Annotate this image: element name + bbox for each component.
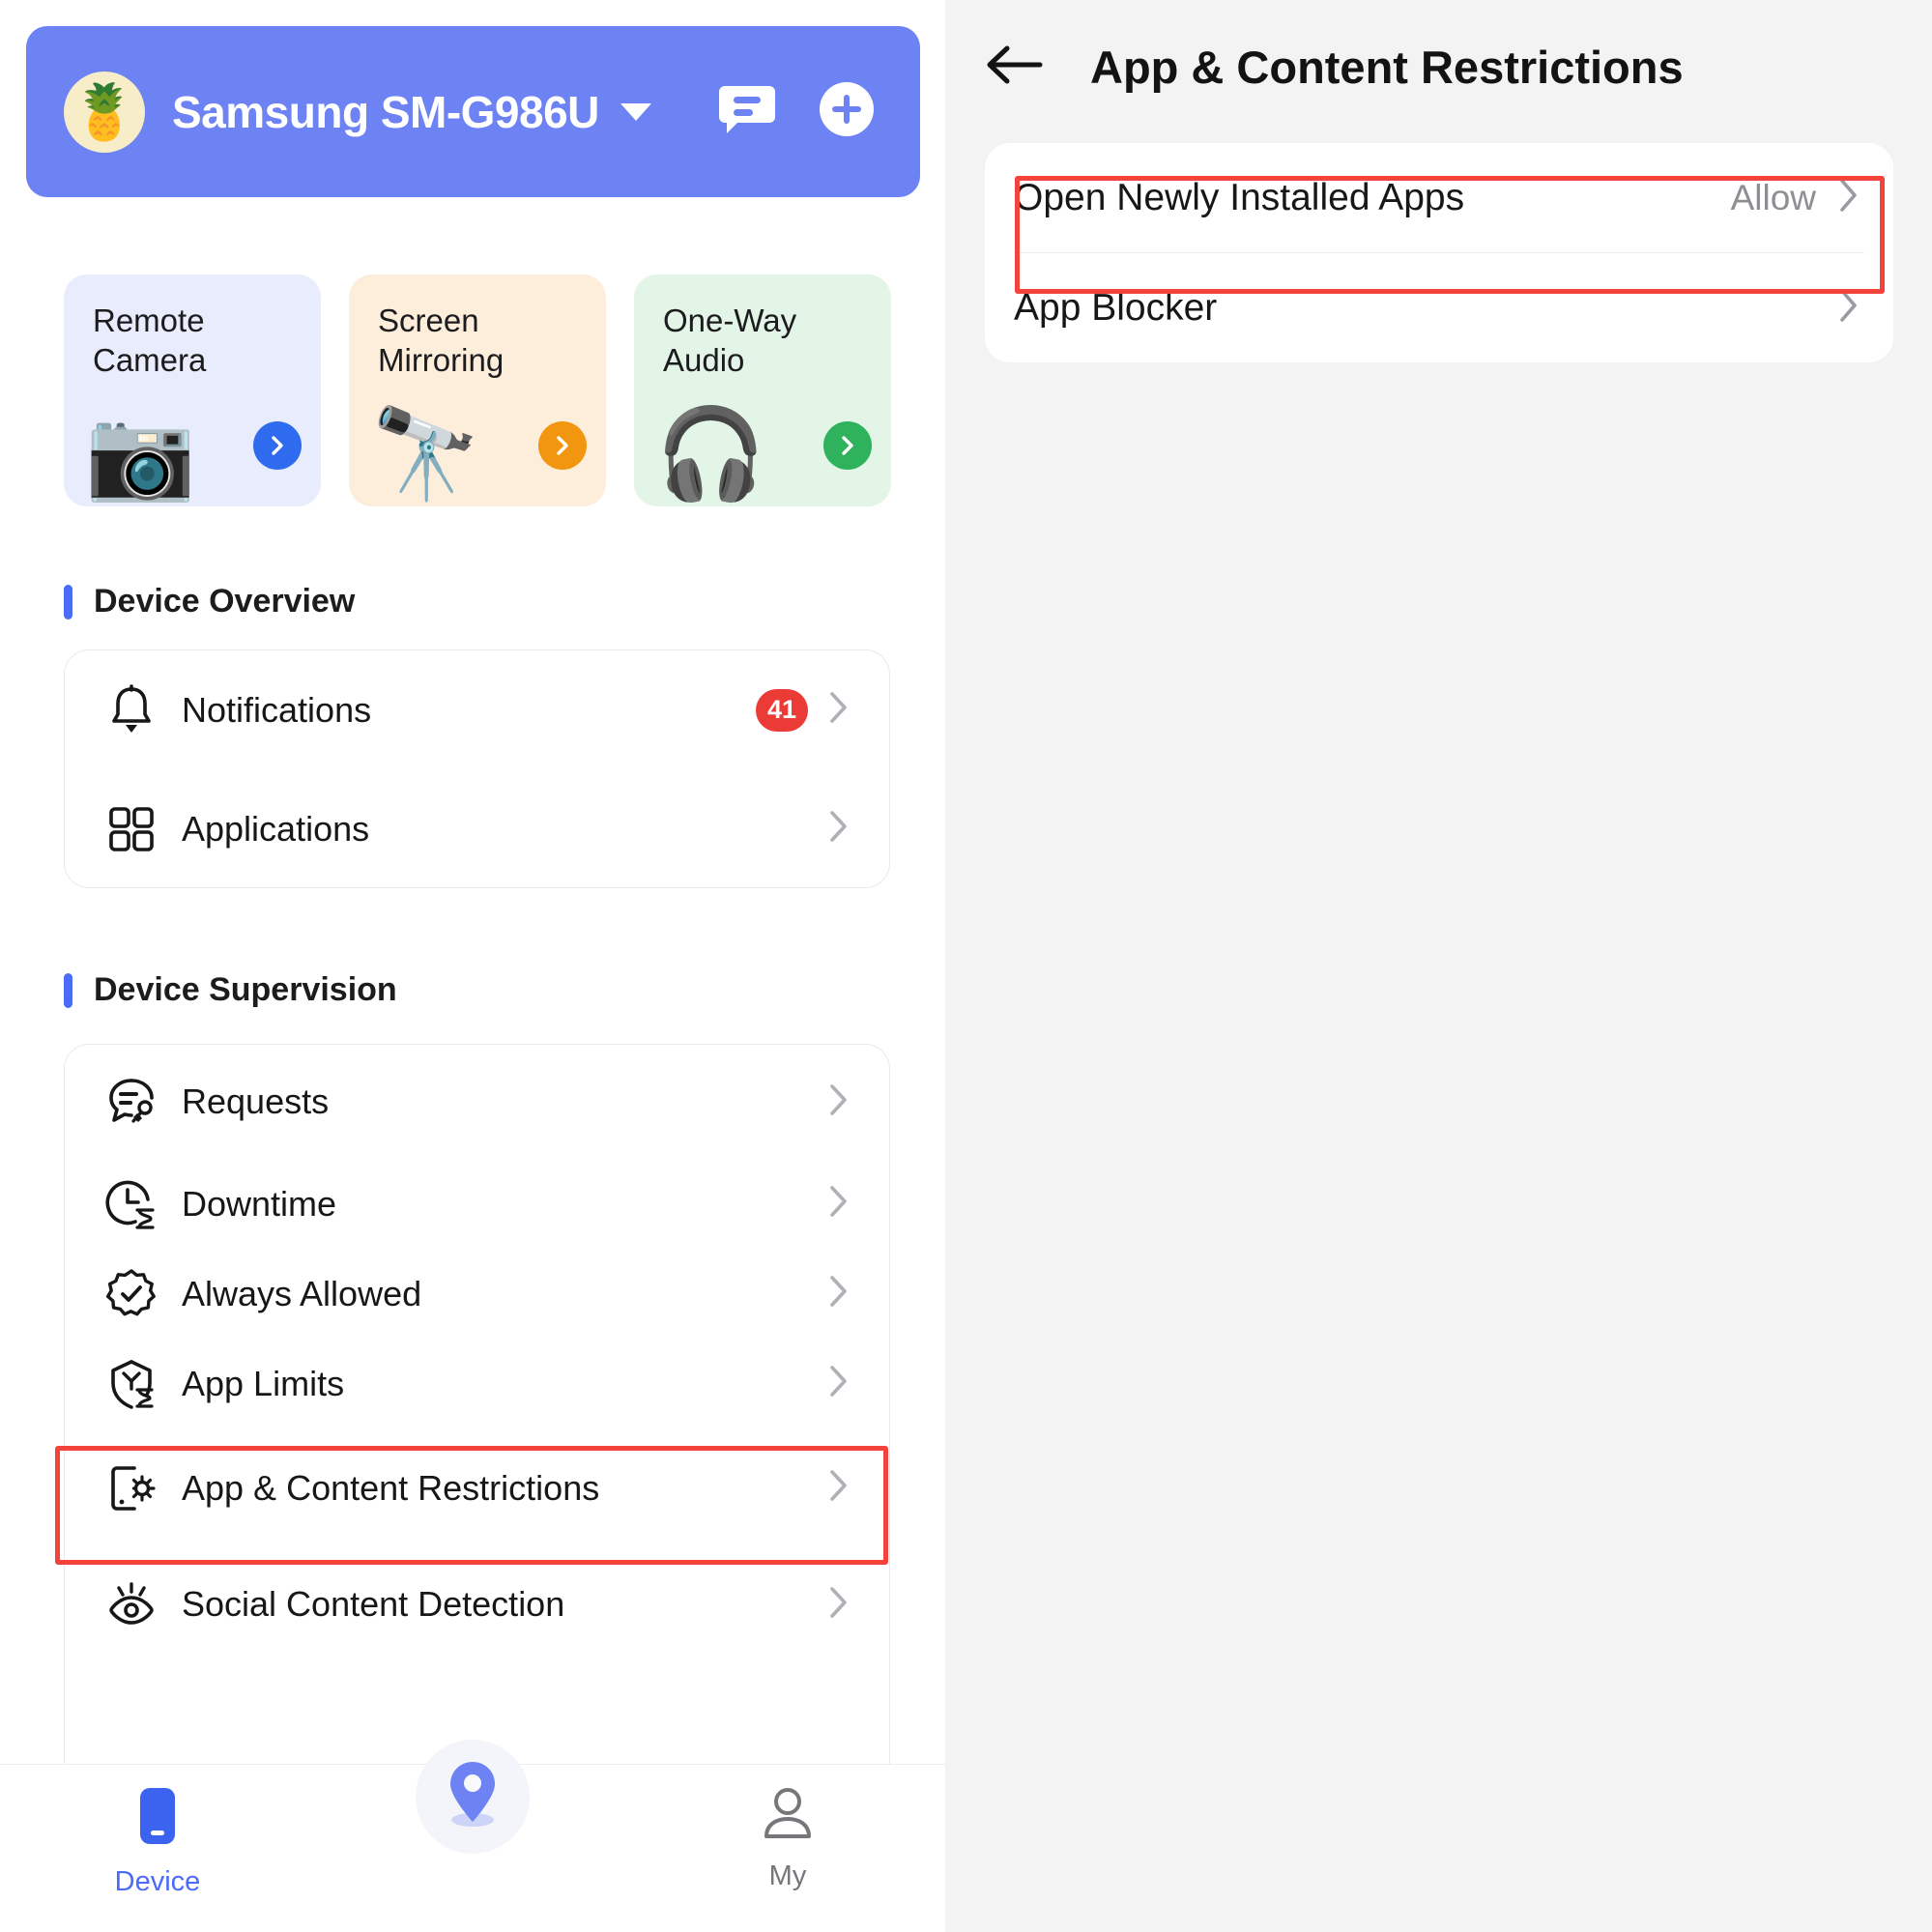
chevron-right-icon <box>829 1083 849 1121</box>
eye-icon <box>104 1578 159 1630</box>
clock-hourglass-icon <box>104 1178 159 1230</box>
feature-card-title: One-Way Audio <box>663 303 797 378</box>
badge-check-icon <box>104 1268 159 1320</box>
section-title: Device Overview <box>94 583 356 620</box>
phone-app-panel: 🍍 Samsung SM-G986U Remote Camera 📷 Scree… <box>0 0 945 1932</box>
screenshot-root: 🍍 Samsung SM-G986U Remote Camera 📷 Scree… <box>0 0 1932 1932</box>
notifications-badge: 41 <box>755 688 808 732</box>
chevron-right-icon <box>829 691 849 729</box>
phone-icon <box>136 1786 179 1853</box>
restrictions-list: Open Newly Installed Apps Allow App Bloc… <box>985 143 1893 362</box>
binoculars-icon: 🔭 <box>370 405 481 504</box>
list-item-app-content-restrictions[interactable]: App & Content Restrictions <box>65 1428 889 1547</box>
device-name-label[interactable]: Samsung SM-G986U <box>172 86 599 138</box>
location-pin-icon <box>441 1758 505 1836</box>
list-item-applications[interactable]: Applications <box>65 769 889 888</box>
section-header-device-supervision: Device Supervision <box>64 971 397 1009</box>
list-item-label: App Blocker <box>1014 286 1218 329</box>
feature-card-title: Screen Mirroring <box>378 303 505 378</box>
nav-tab-label: My <box>768 1860 807 1891</box>
feature-card-title: Remote Camera <box>93 303 207 378</box>
chevron-right-icon <box>1839 178 1859 217</box>
device-supervision-list: Requests Downtime Always Allowed App Lim… <box>64 1044 890 1807</box>
nav-tab-my[interactable]: My <box>630 1765 945 1932</box>
chevron-right-icon <box>829 1275 849 1312</box>
list-item-app-limits[interactable]: App Limits <box>65 1339 889 1428</box>
chevron-right-icon <box>829 1365 849 1402</box>
card-arrow-button[interactable] <box>253 421 302 470</box>
avatar[interactable]: 🍍 <box>64 71 145 153</box>
device-header: 🍍 Samsung SM-G986U <box>26 26 920 197</box>
nav-tab-label: Device <box>114 1866 201 1897</box>
list-item-label: Applications <box>182 808 370 849</box>
list-item-label: Requests <box>182 1081 330 1121</box>
detail-header: App & Content Restrictions <box>945 0 1932 133</box>
chevron-right-icon <box>1839 288 1859 328</box>
feature-card-row: Remote Camera 📷 Screen Mirroring 🔭 One-W… <box>64 274 891 506</box>
chat-bubble-icon[interactable] <box>719 82 775 141</box>
section-accent-bar <box>64 972 72 1008</box>
feature-card-one-way-audio[interactable]: One-Way Audio 🎧 <box>634 274 891 506</box>
location-fab[interactable] <box>416 1740 530 1854</box>
section-header-device-overview: Device Overview <box>64 583 355 620</box>
list-item-notifications[interactable]: Notifications 41 <box>65 650 889 769</box>
list-item-label: App & Content Restrictions <box>182 1467 600 1508</box>
person-icon <box>761 1786 815 1847</box>
list-item-social-content-detection[interactable]: Social Content Detection <box>65 1547 889 1661</box>
list-item-label: Notifications <box>182 689 372 730</box>
card-arrow-button[interactable] <box>538 421 587 470</box>
page-title: App & Content Restrictions <box>1090 41 1684 93</box>
list-item-label: Downtime <box>182 1183 337 1224</box>
list-item-value: Allow <box>1730 177 1816 217</box>
chevron-down-icon[interactable] <box>620 102 651 121</box>
list-item-label: App Limits <box>182 1363 345 1403</box>
list-item-label: Always Allowed <box>182 1273 422 1313</box>
list-item-always-allowed[interactable]: Always Allowed <box>65 1249 889 1339</box>
list-item-downtime[interactable]: Downtime <box>65 1159 889 1249</box>
list-item-requests[interactable]: Requests <box>65 1045 889 1159</box>
list-item-label: Open Newly Installed Apps <box>1014 176 1465 218</box>
headphones-icon: 🎧 <box>655 405 766 504</box>
card-arrow-button[interactable] <box>823 421 872 470</box>
chevron-right-icon <box>829 810 849 848</box>
list-item-label: Social Content Detection <box>182 1584 565 1624</box>
avatar-emoji: 🍍 <box>71 80 138 142</box>
device-overview-list: Notifications 41 Applications <box>64 649 890 888</box>
bell-icon <box>104 683 159 736</box>
speech-bubble-key-icon <box>104 1076 159 1128</box>
section-title: Device Supervision <box>94 971 397 1008</box>
shield-hourglass-icon <box>104 1358 159 1410</box>
feature-card-screen-mirroring[interactable]: Screen Mirroring 🔭 <box>349 274 606 506</box>
nav-tab-device[interactable]: Device <box>0 1765 315 1932</box>
section-accent-bar <box>64 584 72 620</box>
detail-panel: App & Content Restrictions Open Newly In… <box>945 0 1932 1932</box>
phone-gear-icon <box>104 1462 159 1514</box>
grid-apps-icon <box>104 805 159 853</box>
nav-tab-location[interactable] <box>315 1740 630 1932</box>
arrow-left-icon[interactable] <box>984 41 1044 94</box>
list-item-app-blocker[interactable]: App Blocker <box>985 253 1893 362</box>
chevron-right-icon <box>829 1185 849 1223</box>
list-item-open-newly-installed-apps[interactable]: Open Newly Installed Apps Allow <box>985 143 1893 252</box>
feature-card-remote-camera[interactable]: Remote Camera 📷 <box>64 274 321 506</box>
bottom-navigation: Device My <box>0 1740 945 1932</box>
plus-circle-icon[interactable] <box>820 82 874 141</box>
chevron-right-icon <box>829 1469 849 1507</box>
camera-icon: 📷 <box>85 405 196 504</box>
chevron-right-icon <box>829 1586 849 1624</box>
